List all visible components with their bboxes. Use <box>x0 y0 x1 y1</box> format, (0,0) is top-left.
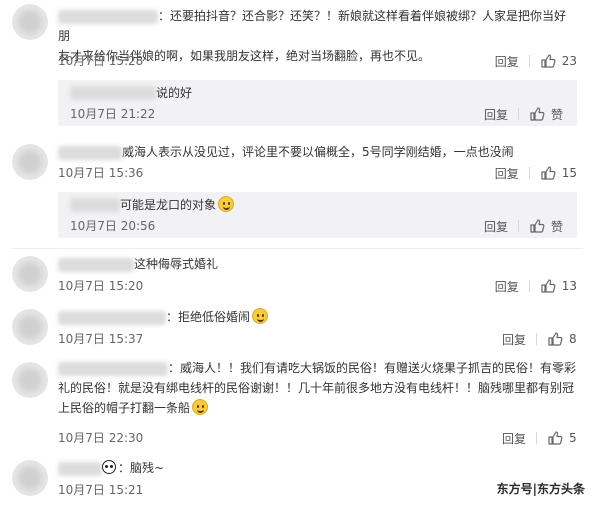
comment-meta: 10月7日 15:20 回复 13 <box>58 276 577 296</box>
comment-item: ：威海人！！我们有请吃大锅饭的民俗！有赠送火烧果子抓吉的民俗！有零彩 礼的民俗！… <box>0 356 595 448</box>
comment-text: 威海人表示从没见过，评论里不要以偏概全，5号同学刚结婚，一点也没闹 <box>58 142 577 162</box>
avatar[interactable] <box>12 460 48 496</box>
like-count: 8 <box>569 332 577 346</box>
username[interactable] <box>70 86 156 100</box>
reply-button[interactable]: 回复 <box>495 53 519 70</box>
comment-item: 这种侮辱式婚礼 10月7日 15:20 回复 13 <box>0 252 595 298</box>
like-count: 15 <box>561 166 577 180</box>
timestamp: 10月7日 21:22 <box>70 107 156 121</box>
divider <box>12 248 583 249</box>
username[interactable] <box>58 461 102 476</box>
sub-reply: 说的好 10月7日 21:22 回复 赞 <box>58 80 577 126</box>
username[interactable] <box>58 310 166 325</box>
sub-reply: 可能是龙口的对象 10月7日 20:56 回复 赞 <box>58 192 577 238</box>
avatar[interactable] <box>12 362 48 398</box>
comment-text: 这种侮辱式婚礼 <box>58 254 577 274</box>
like-button[interactable]: 13 <box>540 278 577 294</box>
comment-actions: 回复 赞 <box>484 216 563 236</box>
comment-actions: 回复 15 <box>495 163 577 183</box>
divider <box>528 280 530 292</box>
panda-emoji-icon <box>102 460 116 474</box>
divider <box>536 333 537 345</box>
timestamp: 10月7日 15:36 <box>58 166 144 180</box>
username[interactable] <box>58 9 158 24</box>
divider <box>536 432 537 444</box>
avatar[interactable] <box>12 309 48 345</box>
reply-button[interactable]: 回复 <box>502 331 526 348</box>
like-button[interactable]: 5 <box>547 430 577 446</box>
thumbs-up-icon <box>541 166 556 180</box>
divider <box>517 108 519 120</box>
comment-text: ：威海人！！我们有请吃大锅饭的民俗！有赠送火烧果子抓吉的民俗！有零彩 礼的民俗！… <box>58 361 577 415</box>
username[interactable] <box>58 361 168 376</box>
divider <box>528 55 530 67</box>
comment-actions: 回复 赞 <box>484 104 563 124</box>
divider <box>517 220 519 232</box>
reply-text: 可能是龙口的对象 <box>120 195 235 215</box>
timestamp: 10月7日 22:30 <box>58 431 144 445</box>
comment-item: ：还要拍抖音？还合影？还笑？！新娘就这样看着伴娘被绑？人家是把你当好朋 友才来给… <box>0 0 595 76</box>
like-button[interactable]: 8 <box>547 331 577 347</box>
watermark: 东方号|东方头条 <box>492 479 589 498</box>
like-count: 23 <box>561 54 577 68</box>
smile-emoji-icon <box>192 399 209 415</box>
comment-meta: 10月7日 15:36 回复 15 <box>58 163 577 183</box>
reply-button[interactable]: 回复 <box>495 278 519 295</box>
thumbs-up-icon <box>541 279 556 293</box>
timestamp: 10月7日 20:56 <box>70 219 156 233</box>
comment-meta: 10月7日 20:56 回复 赞 <box>70 216 563 236</box>
reply-button[interactable]: 回复 <box>495 165 519 182</box>
comment-item: 威海人表示从没见过，评论里不要以偏概全，5号同学刚结婚，一点也没闹 10月7日 … <box>0 140 595 190</box>
timestamp: 10月7日 15:20 <box>58 279 144 293</box>
comment-meta: 10月7日 15:28 回复 23 <box>58 51 577 71</box>
comment-text: ：脑残~ <box>58 458 577 478</box>
reply-text: 说的好 <box>156 86 193 100</box>
divider <box>528 167 530 179</box>
comment-text: ：拒绝低俗婚闹 <box>58 307 577 327</box>
avatar[interactable] <box>12 256 48 292</box>
username[interactable] <box>70 198 120 212</box>
smile-emoji-icon <box>252 308 269 324</box>
like-count: 5 <box>569 431 577 445</box>
comment-meta: 10月7日 22:30 回复 5 <box>58 428 577 448</box>
username[interactable] <box>58 145 122 160</box>
like-button[interactable]: 赞 <box>529 218 563 235</box>
thumbs-up-icon <box>541 54 556 68</box>
like-label: 赞 <box>550 107 563 122</box>
thumbs-up-icon <box>530 107 545 121</box>
like-button[interactable]: 23 <box>540 53 577 69</box>
comment-actions: 回复 5 <box>502 428 577 448</box>
comment-actions: 回复 13 <box>495 276 577 296</box>
like-label: 赞 <box>550 219 563 234</box>
comment-item: ：拒绝低俗婚闹 10月7日 15:37 回复 8 <box>0 305 595 351</box>
like-count: 13 <box>561 279 577 293</box>
thumbs-up-icon <box>548 431 563 445</box>
timestamp: 10月7日 15:37 <box>58 332 144 346</box>
comment-meta: 10月7日 21:22 回复 赞 <box>70 104 563 124</box>
comment-actions: 回复 8 <box>502 329 577 349</box>
thumbs-up-icon <box>548 332 563 346</box>
timestamp: 10月7日 15:28 <box>58 54 144 68</box>
comment-actions: 回复 23 <box>495 51 577 71</box>
like-button[interactable]: 15 <box>540 165 577 181</box>
thumbs-up-icon <box>530 219 545 233</box>
smile-emoji-icon <box>218 196 235 212</box>
like-button[interactable]: 赞 <box>529 106 563 123</box>
avatar[interactable] <box>12 4 48 40</box>
timestamp: 10月7日 15:21 <box>58 483 144 497</box>
reply-button[interactable]: 回复 <box>502 430 526 447</box>
avatar[interactable] <box>12 144 48 180</box>
comment-meta: 10月7日 15:37 回复 8 <box>58 329 577 349</box>
username[interactable] <box>58 257 134 272</box>
reply-button[interactable]: 回复 <box>484 218 508 235</box>
reply-button[interactable]: 回复 <box>484 106 508 123</box>
